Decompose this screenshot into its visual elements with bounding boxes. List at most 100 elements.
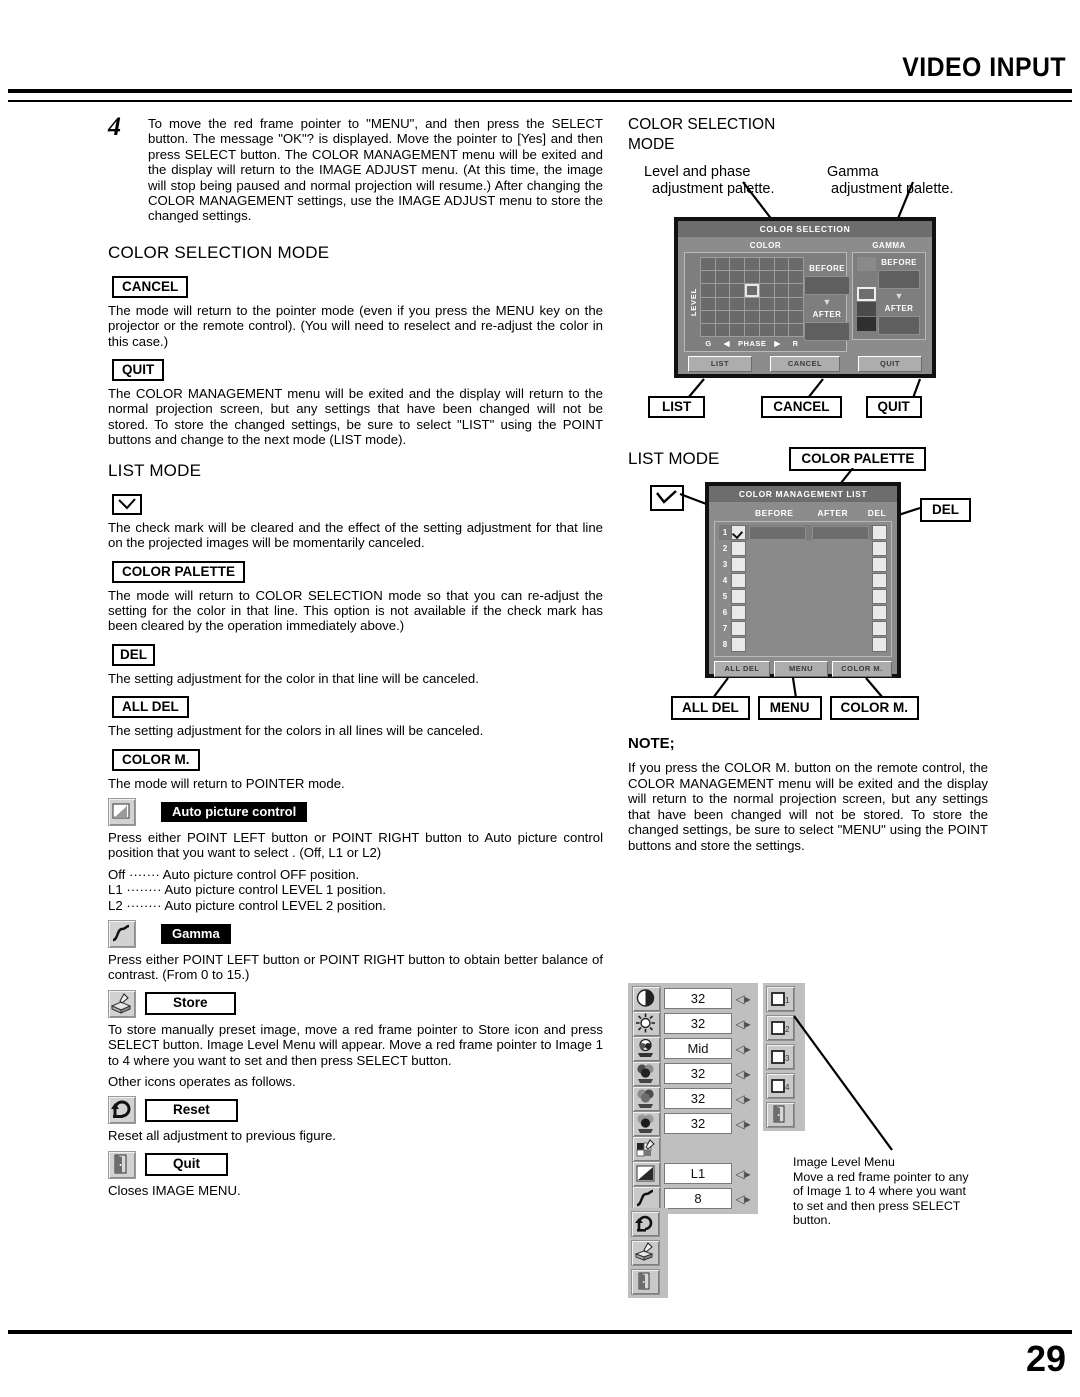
image-menu-row-red[interactable]: 32 ◁▸	[632, 1060, 754, 1087]
gamma-before-swatch	[878, 270, 920, 289]
cml-enable-checkbox[interactable]	[731, 637, 746, 652]
image-menu-row-color-temp[interactable]: Mid ◁▸	[632, 1035, 754, 1062]
auto-picture-l1-line: L1 ········ Auto picture control LEVEL 1…	[108, 882, 387, 898]
color-temp-adjust-arrows[interactable]: ◁▸	[732, 1042, 754, 1056]
image-menu-row-color-management[interactable]	[632, 1135, 754, 1162]
footer-divider	[8, 1330, 1072, 1334]
image-level-caption-title: Image Level Menu	[793, 1155, 895, 1169]
cml-enable-checkbox[interactable]	[731, 525, 746, 540]
gamma-level-strip[interactable]	[857, 257, 876, 336]
cml-enable-checkbox[interactable]	[731, 573, 746, 588]
cml-del-checkbox[interactable]	[872, 605, 887, 620]
cml-row[interactable]: 8	[719, 637, 887, 652]
cml-del-checkbox[interactable]	[872, 573, 887, 588]
store-menu-icon[interactable]	[631, 1240, 660, 1266]
cml-del-checkbox[interactable]	[872, 637, 887, 652]
green-adjust-arrows[interactable]: ◁▸	[732, 1092, 754, 1106]
contrast-adjust-arrows[interactable]: ◁▸	[732, 992, 754, 1006]
green-value[interactable]: 32	[664, 1088, 732, 1109]
cml-col-del: DEL	[867, 508, 887, 518]
cs-before-swatch	[804, 276, 850, 295]
cml-row[interactable]: 3	[719, 557, 887, 572]
image-level-1-icon[interactable]: 1	[766, 986, 795, 1012]
cml-dialog-title: COLOR MANAGEMENT LIST	[709, 486, 897, 502]
cml-row[interactable]: 4	[719, 573, 887, 588]
cml-row[interactable]: 6	[719, 605, 887, 620]
left-column: 4 To move the red frame pointer to "MENU…	[108, 112, 603, 1204]
gamma-value[interactable]: 8	[664, 1188, 732, 1209]
blue-adjust-arrows[interactable]: ◁▸	[732, 1117, 754, 1131]
image-level-leader-line	[793, 1015, 893, 1151]
blue-value[interactable]: 32	[664, 1113, 732, 1134]
quit-tag: Quit	[145, 1153, 228, 1177]
step-4: 4 To move the red frame pointer to "MENU…	[108, 112, 603, 230]
brightness-adjust-arrows[interactable]: ◁▸	[732, 1017, 754, 1031]
gamma-text: Press either POINT LEFT button or POINT …	[108, 951, 603, 983]
color-swatch-grid[interactable]	[700, 257, 804, 337]
auto-picture-control-value[interactable]: L1	[664, 1163, 732, 1184]
cml-row-number: 8	[722, 640, 728, 649]
cml-row-number: 3	[722, 560, 728, 569]
image-level-caption-l3: to set and then press SELECT	[793, 1198, 961, 1213]
cs-dialog-title: COLOR SELECTION	[678, 221, 932, 237]
reset-menu-icon[interactable]	[631, 1211, 660, 1237]
cml-row[interactable]: 7	[719, 621, 887, 636]
cml-del-checkbox[interactable]	[872, 557, 887, 572]
gamma-adjust-arrows[interactable]: ◁▸	[732, 1192, 754, 1206]
image-menu-row-contrast[interactable]: 32 ◁▸	[632, 985, 754, 1012]
color-management-icon	[632, 1135, 661, 1162]
quit-menu-icon[interactable]	[631, 1269, 660, 1295]
heading-list-mode-right: LIST MODE	[628, 449, 720, 468]
image-menu-row-green[interactable]: 32 ◁▸	[632, 1085, 754, 1112]
contrast-value[interactable]: 32	[664, 988, 732, 1009]
cs-after-label: AFTER	[812, 310, 842, 319]
cml-enable-checkbox[interactable]	[731, 621, 746, 636]
cml-after-swatch	[812, 525, 869, 540]
red-adjust-arrows[interactable]: ◁▸	[732, 1067, 754, 1081]
all-del-label-box: ALL DEL	[112, 696, 189, 719]
cml-del-checkbox[interactable]	[872, 525, 887, 540]
page-number: 29	[1025, 1338, 1066, 1379]
cml-row[interactable]: 5	[719, 589, 887, 604]
cml-del-checkbox[interactable]	[872, 541, 887, 556]
green-icon	[632, 1085, 661, 1112]
svg-text:1: 1	[785, 996, 790, 1005]
cml-row[interactable]: 2	[719, 541, 887, 556]
quit-door-icon	[108, 1150, 136, 1179]
cml-row-number: 2	[722, 544, 728, 553]
cml-del-checkbox[interactable]	[872, 589, 887, 604]
note-heading: NOTE;	[628, 735, 675, 752]
cml-enable-checkbox[interactable]	[731, 541, 746, 556]
callout-gamma-line1: Gamma	[827, 164, 879, 180]
cml-col-after: AFTER	[817, 508, 849, 518]
cs-gamma-header: GAMMA	[872, 241, 906, 250]
callout-level-phase-line1: Level and phase	[644, 164, 751, 180]
brightness-value[interactable]: 32	[664, 1013, 732, 1034]
checkmark-description: The check mark will be cleared and the e…	[108, 519, 603, 551]
note-text: If you press the COLOR M. button on the …	[628, 760, 988, 853]
cs-figure-heading-line1: COLOR SELECTION	[628, 116, 776, 133]
color-temp-value[interactable]: Mid	[664, 1038, 732, 1059]
gamma-after-label: AFTER	[884, 304, 914, 313]
cancel-description: The mode will return to the pointer mode…	[108, 302, 603, 349]
cs-after-swatch	[804, 322, 850, 341]
cml-enable-checkbox[interactable]	[731, 589, 746, 604]
color-temp-icon	[632, 1035, 661, 1062]
gamma-icon	[108, 919, 136, 948]
cml-enable-checkbox[interactable]	[731, 605, 746, 620]
image-menu-row-auto-picture-control[interactable]: L1 ◁▸	[632, 1160, 754, 1187]
cml-row[interactable]: 1	[719, 525, 887, 540]
image-menu-row-blue[interactable]: 32 ◁▸	[632, 1110, 754, 1137]
red-value[interactable]: 32	[664, 1063, 732, 1084]
phase-right-label: R	[792, 339, 799, 348]
reset-icon	[108, 1096, 136, 1125]
selected-swatch	[745, 284, 759, 297]
cml-enable-checkbox[interactable]	[731, 557, 746, 572]
auto-picture-control-icon	[108, 797, 136, 826]
store-icon	[108, 989, 136, 1018]
auto-picture-control-adjust-arrows[interactable]: ◁▸	[732, 1167, 754, 1181]
image-menu-row-brightness[interactable]: 32 ◁▸	[632, 1010, 754, 1037]
step-number: 4	[108, 112, 121, 141]
cml-del-checkbox[interactable]	[872, 621, 887, 636]
cml-row-number: 7	[722, 624, 728, 633]
